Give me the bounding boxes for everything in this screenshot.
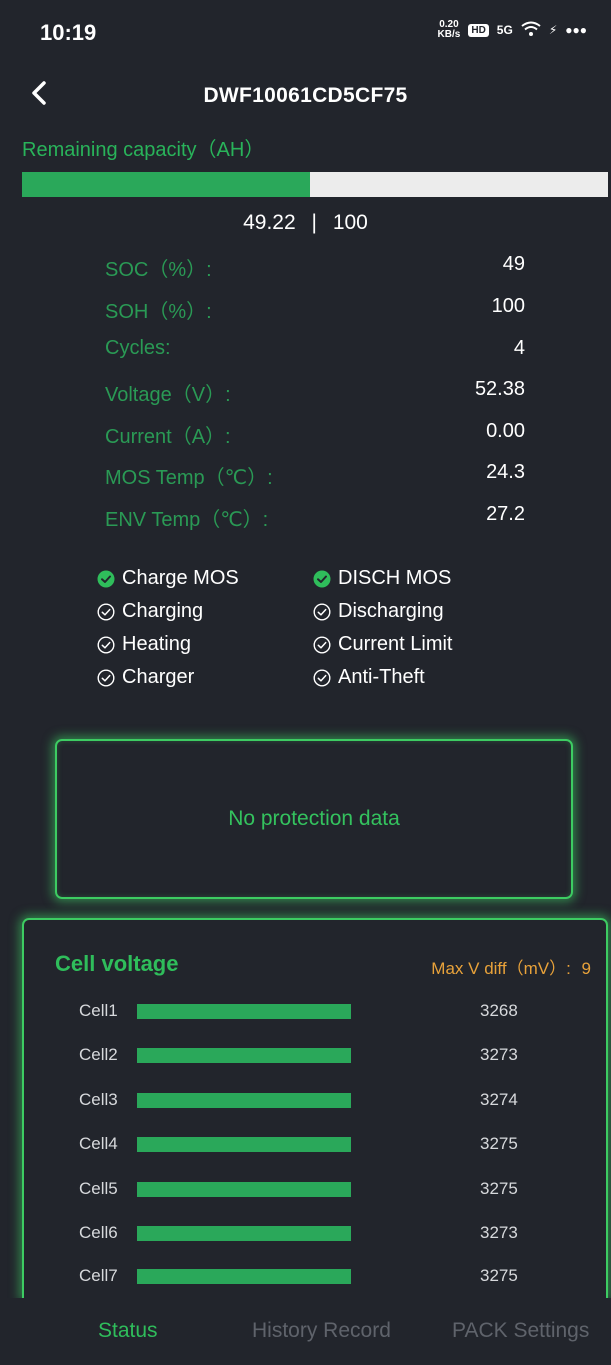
flag-label: Heating — [122, 633, 191, 655]
max-v-diff: Max V diff（mV）: 9 — [431, 954, 591, 979]
flag-disch-mos: DISCH MOS — [313, 567, 451, 590]
tab-history-record[interactable]: History Record — [252, 1319, 391, 1343]
cell-value: 3275 — [480, 1266, 518, 1285]
cell-value: 3274 — [480, 1090, 518, 1109]
cell-value: 3275 — [480, 1179, 518, 1198]
flag-label: Charge MOS — [122, 567, 239, 589]
soh-value: 100 — [491, 295, 525, 317]
flag-label: Anti-Theft — [338, 666, 425, 688]
cell-voltage-bar — [137, 1093, 351, 1108]
soc-value: 49 — [502, 253, 525, 275]
cell-label: Cell2 — [79, 1045, 118, 1064]
flag-label: Charger — [122, 666, 195, 688]
flag-label: DISCH MOS — [338, 567, 452, 589]
mos-temp-value: 24.3 — [486, 461, 525, 483]
cell-voltage-bar — [137, 1137, 351, 1152]
capacity-separator: | — [311, 211, 317, 234]
env-temp-label: ENV Temp（℃）: — [105, 509, 269, 531]
capacity-values: 49.22 | 100 — [0, 211, 611, 235]
check-outline-icon — [97, 635, 115, 654]
check-outline-icon — [97, 602, 115, 621]
max-v-diff-label: Max V diff（mV）: — [431, 959, 571, 978]
cell-voltage-bar — [137, 1048, 351, 1063]
cell-value: 3273 — [480, 1045, 518, 1064]
capacity-label: Remaining capacity（AH） — [22, 139, 265, 161]
cell-voltage-bar — [137, 1269, 351, 1284]
check-outline-icon — [313, 635, 331, 654]
flag-label: Charging — [122, 600, 204, 622]
voltage-value: 52.38 — [474, 378, 525, 400]
tab-pack-settings[interactable]: PACK Settings — [452, 1319, 589, 1343]
cycles-label: Cycles: — [105, 337, 171, 359]
voltage-label: Voltage（V）: — [105, 384, 231, 406]
cell-label: Cell1 — [79, 1001, 118, 1020]
flag-current-limit: Current Limit — [313, 633, 452, 656]
soc-label: SOC（%）: — [105, 259, 212, 281]
cell-value: 3273 — [480, 1223, 518, 1242]
capacity-progress-bar — [22, 172, 608, 197]
flag-charger: Charger — [97, 666, 194, 689]
capacity-total: 100 — [332, 211, 368, 234]
wifi-icon — [521, 21, 541, 40]
network-speed: 0.20 KB/s — [438, 20, 461, 40]
flag-charge-mos: Charge MOS — [97, 567, 239, 590]
capacity-progress-fill — [22, 172, 311, 197]
cell-voltage-title: Cell voltage — [55, 951, 179, 976]
cell-label: Cell3 — [79, 1090, 118, 1109]
check-outline-icon — [313, 602, 331, 621]
check-outline-icon — [313, 668, 331, 687]
max-v-diff-value: 9 — [581, 959, 591, 978]
check-filled-icon — [313, 570, 331, 587]
cell-voltage-bar — [137, 1226, 351, 1241]
cell-value: 3275 — [480, 1134, 518, 1153]
cell-value: 3268 — [480, 1001, 518, 1020]
current-value: 0.00 — [486, 420, 525, 442]
status-time: 10:19 — [40, 20, 97, 45]
check-filled-icon — [97, 570, 115, 587]
flag-label: Discharging — [338, 600, 444, 622]
status-icons: 0.20 KB/s HD 5G ⚡ ●●● — [438, 20, 587, 40]
check-outline-icon — [97, 668, 115, 687]
capacity-remaining: 49.22 — [243, 211, 296, 234]
soh-label: SOH（%）: — [105, 301, 212, 323]
flag-label: Current Limit — [338, 633, 453, 655]
protection-panel: No protection data — [55, 739, 573, 899]
flag-discharging: Discharging — [313, 600, 444, 623]
notification-icons: ●●● — [565, 23, 587, 37]
network-speed-unit: KB/s — [437, 29, 461, 40]
tab-status[interactable]: Status — [98, 1319, 158, 1343]
page-title: DWF10061CD5CF75 — [203, 84, 408, 107]
mos-temp-label: MOS Temp（℃）: — [105, 467, 273, 489]
cycles-value: 4 — [513, 337, 525, 359]
flag-anti-theft: Anti-Theft — [313, 666, 425, 689]
cell-label: Cell4 — [79, 1134, 118, 1153]
cell-label: Cell7 — [79, 1266, 118, 1285]
charging-bolt-icon: ⚡ — [548, 23, 558, 37]
flag-charging: Charging — [97, 600, 203, 623]
cell-label: Cell5 — [79, 1179, 118, 1198]
cell-voltage-bar — [137, 1004, 351, 1019]
env-temp-value: 27.2 — [486, 503, 525, 525]
flag-heating: Heating — [97, 633, 191, 656]
cell-voltage-bar — [137, 1182, 351, 1197]
hd-badge: HD — [468, 23, 489, 37]
cell-label: Cell6 — [79, 1223, 118, 1242]
current-label: Current（A）: — [105, 426, 231, 448]
protection-message: No protection data — [228, 807, 400, 830]
signal-indicator: 5G — [496, 23, 513, 37]
